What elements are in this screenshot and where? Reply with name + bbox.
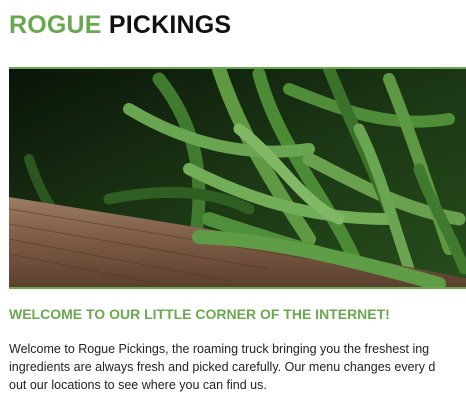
site-title: ROGUE PICKINGS bbox=[9, 8, 231, 42]
site-title-suffix: PICKINGS bbox=[108, 11, 232, 39]
welcome-heading: WELCOME TO OUR LITTLE CORNER OF THE INTE… bbox=[9, 306, 390, 322]
intro-line: Welcome to Rogue Pickings, the roaming t… bbox=[9, 342, 430, 356]
green-beans-photo bbox=[9, 69, 466, 287]
intro-line: ingredients are always fresh and picked … bbox=[9, 360, 436, 374]
hero-image bbox=[9, 67, 466, 289]
intro-line: out our locations to see where you can f… bbox=[9, 378, 267, 392]
site-title-brand: ROGUE bbox=[9, 11, 102, 39]
intro-paragraph: Welcome to Rogue Pickings, the roaming t… bbox=[9, 340, 466, 394]
